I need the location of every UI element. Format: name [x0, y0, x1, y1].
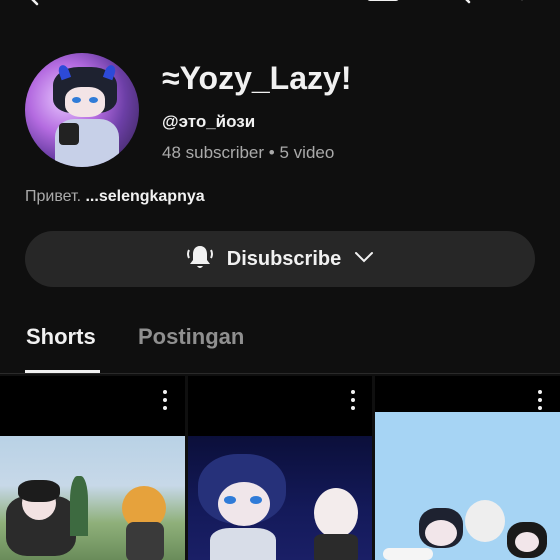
more-options-icon[interactable] [351, 390, 355, 412]
shorts-grid [0, 376, 560, 560]
bell-icon [185, 242, 215, 277]
back-arrow-icon[interactable] [22, 0, 46, 13]
thumbnail-figure [314, 534, 358, 560]
avatar-figure-eye [89, 97, 98, 103]
channel-stats: 48 subscriber • 5 video [162, 143, 334, 163]
short-card[interactable] [0, 376, 185, 560]
show-more-link[interactable]: ...selengkapnya [85, 188, 204, 205]
avatar-figure-arm [59, 123, 79, 145]
avatar-figure-eye [72, 97, 81, 103]
channel-description[interactable]: Привет. ...selengkapnya [25, 188, 205, 206]
top-app-bar [0, 0, 560, 18]
stats-separator: • [268, 143, 275, 162]
thumbnail-figure [218, 482, 270, 526]
subscribed-button[interactable]: Disubscribe [25, 231, 535, 287]
short-thumbnail[interactable] [188, 436, 372, 560]
channel-name: ≈Yozy_Lazy! [162, 60, 352, 96]
cast-icon[interactable] [366, 0, 400, 11]
thumbnail-figure [425, 520, 457, 546]
thumbnail-figure [515, 532, 539, 552]
channel-avatar[interactable] [25, 53, 139, 167]
search-icon[interactable] [444, 0, 474, 11]
short-thumbnail[interactable] [0, 436, 185, 560]
subscribed-label: Disubscribe [226, 247, 342, 270]
thumbnail-figure [126, 522, 164, 560]
thumbnail-figure [314, 488, 358, 538]
short-card[interactable] [188, 376, 372, 560]
more-options-icon[interactable] [163, 390, 167, 412]
thumbnail-figure [250, 496, 262, 504]
tab-postingan[interactable]: Postingan [138, 324, 244, 350]
more-options-icon[interactable] [538, 390, 542, 412]
channel-tabs: Shorts Postingan [0, 318, 560, 374]
thumbnail-cloud [383, 548, 433, 560]
subscriber-count: 48 subscriber [162, 143, 265, 162]
thumbnail-figure [465, 500, 505, 542]
thumbnail-figure [224, 496, 236, 504]
short-thumbnail[interactable] [375, 412, 560, 560]
chevron-down-icon [353, 250, 375, 269]
description-text: Привет. [25, 188, 82, 205]
short-card[interactable] [375, 376, 560, 560]
more-vert-icon[interactable] [518, 0, 526, 9]
active-tab-indicator [25, 370, 100, 373]
tab-shorts[interactable]: Shorts [26, 324, 96, 350]
thumbnail-tree [70, 476, 88, 536]
channel-handle: @это_йози [162, 112, 256, 131]
avatar-figure-face [65, 87, 105, 117]
thumbnail-figure [210, 528, 276, 560]
thumbnail-figure [18, 480, 60, 502]
video-count: 5 video [279, 143, 335, 162]
